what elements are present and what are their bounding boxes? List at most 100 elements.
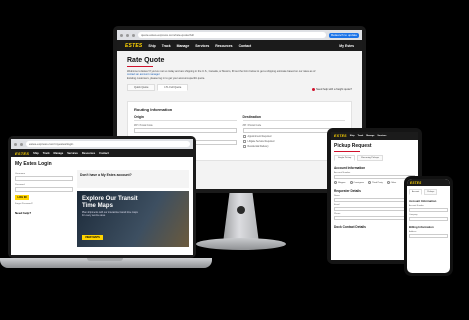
promo-button[interactable]: VIEW MAPS bbox=[82, 235, 103, 240]
checkbox-icon[interactable] bbox=[242, 145, 246, 149]
radio-shipper[interactable]: Shipper bbox=[334, 181, 346, 184]
login-button[interactable]: LOG IN bbox=[15, 195, 29, 200]
estes-logo[interactable]: ESTES bbox=[125, 43, 142, 49]
quote-tabs: Quick Quote LTL Full Quote Need help wit… bbox=[127, 84, 352, 92]
radio-shipper-label: Shipper bbox=[338, 181, 346, 184]
origin-zip-input[interactable] bbox=[134, 128, 237, 134]
estes-logo[interactable]: ESTES bbox=[15, 151, 29, 156]
nav-manage[interactable]: Manage bbox=[177, 44, 190, 48]
nav-ship[interactable]: Ship bbox=[350, 135, 355, 137]
laptop-browser-toolbar: estes-express.com/myestes/login bbox=[11, 139, 193, 149]
nav-resources[interactable]: Resources bbox=[215, 44, 232, 48]
nav-manage[interactable]: Manage bbox=[54, 152, 64, 155]
tab-full-quote[interactable]: LTL Full Quote bbox=[157, 84, 189, 92]
name-input[interactable] bbox=[334, 198, 415, 202]
forgot-password-link[interactable]: Forgot Password? bbox=[15, 203, 73, 205]
update-badge[interactable]: Relaunch to update bbox=[328, 32, 359, 38]
name-label: Name bbox=[334, 195, 340, 197]
device-mockup-scene: quote.estes-express.com/rate-quote/full … bbox=[0, 0, 469, 320]
tab-recurring-pickups[interactable]: Recurring Pickups bbox=[357, 155, 384, 161]
tab-quick-quote[interactable]: Quick Quote bbox=[127, 84, 156, 92]
laptop-site-nav: ESTES Ship Track Manage Services Resourc… bbox=[11, 149, 193, 157]
forward-icon[interactable] bbox=[126, 33, 129, 37]
login-right-panel: Don't have a My Estes account? Explore O… bbox=[77, 170, 189, 247]
radio-third-party-label: Third Party bbox=[372, 181, 383, 184]
checkbox-residential-label: Residential Delivery bbox=[247, 145, 269, 149]
phone-address-input[interactable] bbox=[409, 234, 448, 238]
browser-toolbar: quote.estes-express.com/rate-quote/full … bbox=[117, 30, 362, 40]
reload-icon[interactable] bbox=[132, 33, 135, 37]
nav-services[interactable]: Services bbox=[377, 135, 386, 137]
phone-input[interactable] bbox=[334, 216, 415, 220]
checkbox-icon[interactable] bbox=[242, 135, 246, 139]
nav-contact[interactable]: Contact bbox=[239, 44, 252, 48]
laptop: estes-express.com/myestes/login ESTES Sh… bbox=[8, 136, 196, 258]
nav-services[interactable]: Services bbox=[195, 44, 209, 48]
username-label: Username bbox=[15, 173, 26, 175]
account-manager-link-text[interactable]: contact an account manager bbox=[127, 73, 160, 76]
need-help-heading: Need help? bbox=[15, 211, 32, 215]
site-nav: ESTES Ship Track Manage Services Resourc… bbox=[117, 40, 362, 51]
phone-account-number-label: Account Number bbox=[409, 205, 424, 207]
nav-resources[interactable]: Resources bbox=[82, 152, 95, 155]
transit-map-promo[interactable]: Explore Our Transit Time Maps Plan shipm… bbox=[77, 191, 189, 247]
checkbox-icon[interactable] bbox=[242, 140, 246, 144]
radio-third-party[interactable]: Third Party bbox=[368, 181, 383, 184]
nav-my-estes[interactable]: My Estes bbox=[339, 44, 354, 48]
phone-company-input[interactable] bbox=[409, 217, 448, 221]
email-label: Email bbox=[334, 204, 340, 206]
account-number-input[interactable] bbox=[334, 175, 415, 179]
nav-ship[interactable]: Ship bbox=[148, 44, 155, 48]
email-input[interactable] bbox=[334, 207, 415, 211]
address-bar[interactable]: quote.estes-express.com/rate-quote/full bbox=[138, 32, 326, 38]
phone-account-fields: Account Number Company bbox=[409, 205, 448, 221]
destination-zip-label: ZIP / Postal Code bbox=[242, 124, 262, 128]
checkbox-liftgate-label: Liftgate Service Required bbox=[247, 140, 275, 144]
phone-address-label: Address bbox=[409, 231, 417, 233]
requester-fields: Name Email Phone bbox=[334, 195, 415, 220]
tab-pickups[interactable]: Pickups bbox=[424, 189, 438, 195]
radio-other[interactable]: Other bbox=[386, 181, 396, 184]
laptop-address-bar[interactable]: estes-express.com/myestes/login bbox=[26, 141, 190, 147]
back-icon[interactable] bbox=[120, 33, 123, 37]
estes-logo[interactable]: ESTES bbox=[334, 134, 347, 138]
nav-ship[interactable]: Ship bbox=[33, 152, 39, 155]
nav-track[interactable]: Track bbox=[358, 135, 364, 137]
username-input[interactable] bbox=[15, 176, 73, 181]
nav-manage[interactable]: Manage bbox=[366, 135, 374, 137]
password-input[interactable] bbox=[15, 187, 73, 192]
create-account-box: Don't have a My Estes account? bbox=[77, 170, 189, 188]
nav-contact[interactable]: Contact bbox=[99, 152, 109, 155]
login-form: Username Password LOG IN Forgot Password… bbox=[15, 170, 73, 247]
help-note[interactable]: Need help with a freight quote? bbox=[312, 88, 352, 92]
help-icon bbox=[312, 88, 316, 92]
phone-account-title: Account Information bbox=[409, 199, 437, 203]
account-fields: Account Number bbox=[334, 172, 415, 179]
back-icon[interactable] bbox=[14, 142, 17, 146]
title-underline bbox=[127, 66, 153, 67]
radio-icon[interactable] bbox=[386, 181, 390, 184]
routing-title: Routing Information bbox=[134, 107, 173, 113]
requester-section-title: Requester Details bbox=[334, 189, 361, 193]
phone-account-number-input[interactable] bbox=[409, 208, 448, 212]
promo-subtitle: Plan shipments with our interactive tran… bbox=[82, 211, 138, 217]
role-radio-group: Shipper Consignee Third Party Other bbox=[334, 181, 415, 184]
forward-icon[interactable] bbox=[20, 142, 23, 146]
nav-track[interactable]: Track bbox=[162, 44, 171, 48]
password-label: Password bbox=[15, 184, 25, 186]
account-number-label: Account Number bbox=[334, 172, 351, 174]
laptop-opening-notch bbox=[87, 258, 123, 261]
radio-icon[interactable] bbox=[349, 181, 353, 184]
tab-account[interactable]: Account bbox=[409, 189, 423, 195]
checkbox-appointment-label: Appointment Required bbox=[247, 135, 272, 139]
tab-single-pickup[interactable]: Single Pickup bbox=[334, 155, 356, 161]
nav-services[interactable]: Services bbox=[67, 152, 78, 155]
radio-icon[interactable] bbox=[334, 181, 337, 184]
radio-icon[interactable] bbox=[368, 181, 372, 184]
radio-consignee[interactable]: Consignee bbox=[349, 181, 364, 184]
origin-heading: Origin bbox=[134, 115, 237, 122]
phone-billing-fields: Address bbox=[409, 231, 448, 238]
phone: ESTES Account Pickups Account Informatio… bbox=[404, 176, 453, 276]
estes-logo[interactable]: ESTES bbox=[410, 181, 421, 185]
nav-track[interactable]: Track bbox=[43, 152, 50, 155]
